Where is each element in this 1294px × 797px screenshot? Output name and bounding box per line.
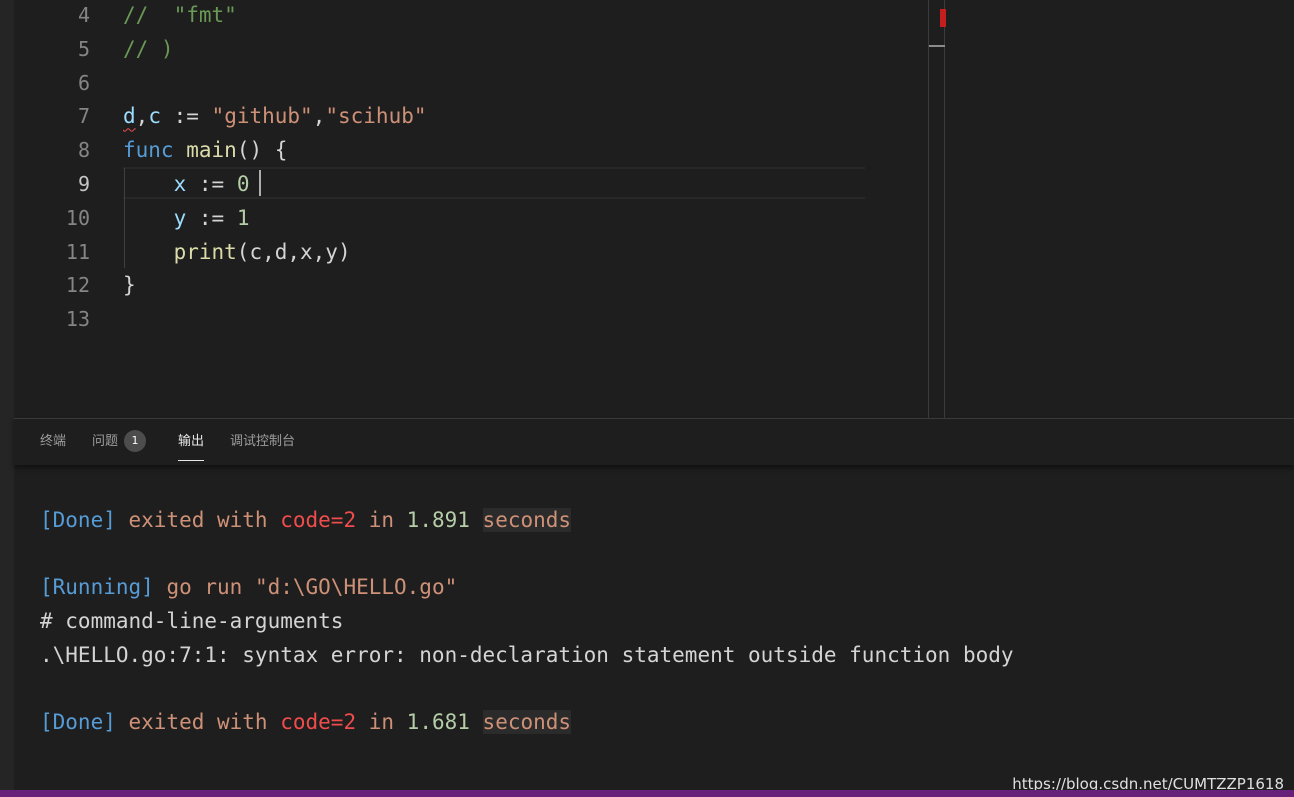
code-token: y — [173, 205, 187, 230]
code-token: } — [123, 273, 136, 298]
output-segment: [Done] — [40, 710, 116, 735]
tab-label: 终端 — [40, 434, 67, 449]
output-segment: exited with — [115, 710, 281, 735]
tab-output[interactable]: 输出 — [178, 419, 205, 465]
line-number: 8 — [77, 138, 90, 163]
status-bar — [0, 790, 1294, 797]
output-line: [Running] go run "d:\GO\HELLO.go" — [40, 570, 457, 604]
code-token: () { — [236, 138, 288, 163]
code-line[interactable]: 12} — [14, 268, 934, 302]
code-token: c — [148, 104, 161, 129]
line-number: 13 — [65, 307, 90, 332]
output-segment: # command-line-arguments — [40, 609, 344, 634]
line-number: 9 — [77, 172, 90, 196]
code-line[interactable]: 5 // ) — [14, 32, 934, 66]
output-line: .\HELLO.go:7:1: syntax error: non-declar… — [40, 638, 1014, 672]
line-number: 6 — [77, 70, 90, 95]
tab-problems[interactable]: 问题 1 — [92, 419, 147, 465]
minimap-divider — [928, 0, 929, 418]
code-token: := — [186, 205, 237, 230]
code-token: // ) — [123, 36, 174, 61]
code-token: main — [186, 138, 237, 163]
text-cursor — [259, 170, 261, 196]
output-segment: .\HELLO.go:7:1: syntax error: non-declar… — [40, 642, 1014, 667]
code-token-error: d — [123, 104, 136, 129]
tab-label: 调试控制台 — [230, 434, 296, 449]
code-token: 1 — [236, 205, 250, 230]
code-line[interactable]: 10 y := 1 — [14, 201, 934, 235]
code-line[interactable]: 13 — [14, 302, 934, 336]
output-segment: [Running] — [40, 575, 154, 600]
code-token: // "fmt" — [123, 3, 237, 27]
panel-tab-bar: 终端 问题 1 输出 调试控制台 — [14, 419, 1294, 465]
overview-ruler[interactable] — [944, 0, 945, 418]
code-line[interactable]: 9 x := 0 — [14, 167, 934, 201]
code-text: print(c,d,x,y) — [123, 235, 351, 269]
activity-bar-edge — [0, 0, 14, 790]
line-number: 11 — [65, 239, 90, 264]
code-token: , — [312, 104, 326, 129]
output-segment: code=2 — [280, 710, 357, 735]
code-text: y := 1 — [123, 201, 250, 235]
tab-label: 输出 — [178, 434, 205, 449]
code-text: d,c := "github","scihub" — [123, 99, 427, 133]
code-line[interactable]: 4 // "fmt" — [14, 0, 934, 32]
code-token: , — [135, 104, 149, 129]
code-token: (c,d,x,y) — [236, 239, 351, 264]
output-segment: seconds — [482, 508, 572, 532]
output-segment: code=2 — [280, 508, 357, 532]
output-segment: exited with — [115, 508, 281, 532]
line-number: 4 — [77, 3, 90, 27]
code-token: "github" — [211, 104, 313, 129]
line-number: 12 — [65, 273, 90, 298]
output-segment: 1.681 — [406, 710, 470, 735]
output-segment: in — [356, 508, 407, 532]
code-token: := — [160, 104, 212, 129]
code-token: func — [123, 138, 174, 163]
code-token: print — [173, 239, 237, 264]
code-line[interactable]: 7 d,c := "github","scihub" — [14, 99, 934, 133]
line-number: 7 — [77, 104, 90, 129]
code-token: x — [173, 172, 187, 196]
code-text: func main() { — [123, 133, 287, 167]
output-segment: seconds — [482, 710, 572, 735]
code-text: x := 0 — [123, 167, 250, 201]
output-line: [Done] exited with code=2 in 1.681 secon… — [40, 705, 572, 739]
code-text: // "fmt" — [123, 0, 237, 32]
error-marker[interactable] — [940, 9, 946, 27]
tab-terminal[interactable]: 终端 — [40, 419, 66, 465]
code-token: := — [186, 172, 237, 196]
line-number: 5 — [77, 36, 90, 61]
output-segment — [470, 710, 483, 734]
output-segment: 1.891 — [406, 508, 470, 532]
code-editor[interactable]: 4// "fmt" 5// ) 6 7 d,c := "github","scihub"… — [14, 0, 1294, 418]
cursor-position-marker — [929, 45, 945, 47]
code-text: } — [123, 268, 136, 302]
output-segment: [Done] — [40, 508, 116, 532]
output-segment — [470, 508, 483, 532]
output-segment: in — [356, 710, 407, 735]
tab-debug-console[interactable]: 调试控制台 — [230, 419, 295, 465]
code-line[interactable]: 11 print(c,d,x,y) — [14, 235, 934, 269]
problems-count-badge: 1 — [124, 429, 147, 452]
output-segment: go run "d:\GO\HELLO.go" — [153, 575, 458, 600]
code-token: 0 — [236, 172, 250, 196]
line-number: 10 — [65, 205, 90, 230]
output-line: [Done] exited with code=2 in 1.891 secon… — [40, 503, 572, 537]
code-line[interactable]: 6 — [14, 66, 934, 100]
code-token: "scihub" — [325, 104, 427, 129]
output-line: # command-line-arguments — [40, 604, 343, 638]
code-text: // ) — [123, 32, 174, 66]
tab-label: 问题 — [92, 434, 119, 449]
bottom-panel: 终端 问题 1 输出 调试控制台 [Done] exited with code=… — [14, 418, 1294, 791]
code-line[interactable]: 8 func main() { — [14, 133, 934, 167]
